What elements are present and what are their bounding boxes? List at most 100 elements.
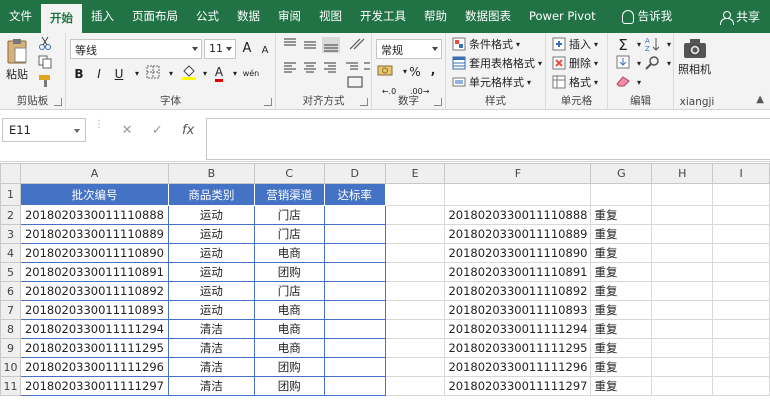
cell[interactable]: [384, 243, 446, 263]
clipboard-launcher[interactable]: [54, 98, 62, 106]
cell-category[interactable]: 运动: [167, 205, 255, 225]
insert-function-icon[interactable]: fx: [182, 123, 194, 138]
cell[interactable]: [384, 357, 446, 377]
cell-batch-copy[interactable]: 2018020330011110888: [444, 205, 592, 225]
cell[interactable]: [384, 183, 446, 206]
cell-batch-copy[interactable]: 2018020330011111296: [444, 357, 592, 377]
cell[interactable]: [651, 338, 714, 358]
cell-duplicate-flag[interactable]: 重复: [590, 357, 653, 377]
cell-batch-no[interactable]: 2018020330011111296: [19, 357, 169, 377]
format-painter-button[interactable]: [38, 74, 52, 88]
tab-data-charts[interactable]: 数据图表: [456, 0, 520, 33]
cell[interactable]: [651, 281, 714, 301]
cancel-icon[interactable]: ✕: [122, 123, 133, 138]
column-header[interactable]: E: [384, 163, 446, 184]
tab-formulas[interactable]: 公式: [187, 0, 228, 33]
row-header[interactable]: 4: [0, 243, 21, 263]
cell-duplicate-flag[interactable]: 重复: [590, 281, 653, 301]
tab-home[interactable]: 开始: [41, 4, 82, 33]
cell[interactable]: [712, 224, 770, 244]
cell-batch-no[interactable]: 2018020330011110888: [19, 205, 169, 225]
tab-developer[interactable]: 开发工具: [351, 0, 415, 33]
cell[interactable]: [384, 376, 446, 396]
header-cell-batch-no[interactable]: 批次编号: [19, 183, 169, 206]
tab-page-layout[interactable]: 页面布局: [123, 0, 187, 33]
cell-rate[interactable]: [323, 357, 386, 377]
borders-button[interactable]: [144, 65, 162, 83]
cell-duplicate-flag[interactable]: 重复: [590, 338, 653, 358]
cell-channel[interactable]: 门店: [253, 224, 325, 244]
cell-category[interactable]: 清洁: [167, 319, 255, 339]
font-launcher[interactable]: [264, 98, 272, 106]
cell-category[interactable]: 清洁: [167, 376, 255, 396]
paste-button[interactable]: 粘贴: [6, 37, 28, 82]
column-header[interactable]: C: [253, 163, 325, 184]
cell-channel[interactable]: 团购: [253, 262, 325, 282]
cell-batch-no[interactable]: 2018020330011111297: [19, 376, 169, 396]
cell[interactable]: [384, 338, 446, 358]
cell-category[interactable]: 运动: [167, 243, 255, 263]
cell-duplicate-flag[interactable]: 重复: [590, 262, 653, 282]
cell[interactable]: [590, 183, 653, 206]
font-name-box[interactable]: 等线: [70, 39, 202, 59]
row-header[interactable]: 5: [0, 262, 21, 282]
accounting-button[interactable]: [376, 63, 394, 81]
share-button[interactable]: 共享: [719, 8, 770, 25]
cell[interactable]: [651, 357, 714, 377]
copy-button[interactable]: [38, 55, 52, 69]
cell-rate[interactable]: [323, 319, 386, 339]
cell-rate[interactable]: [323, 243, 386, 263]
cell[interactable]: [712, 205, 770, 225]
column-header[interactable]: I: [712, 163, 770, 184]
cell[interactable]: [651, 319, 714, 339]
format-cells-button[interactable]: 格式 ▾: [552, 74, 598, 90]
cell[interactable]: [712, 376, 770, 396]
cell[interactable]: [384, 319, 446, 339]
cell[interactable]: [712, 300, 770, 320]
row-header[interactable]: 11: [0, 376, 21, 396]
cell-category[interactable]: 运动: [167, 224, 255, 244]
clear-dropdown[interactable]: ▾: [630, 74, 648, 92]
delete-cells-button[interactable]: 删除 ▾: [552, 55, 598, 71]
cell-rate[interactable]: [323, 376, 386, 396]
cell-duplicate-flag[interactable]: 重复: [590, 300, 653, 320]
cell-rate[interactable]: [323, 205, 386, 225]
insert-cells-button[interactable]: 插入 ▾: [552, 36, 598, 52]
bold-button[interactable]: B: [70, 65, 88, 83]
cell-duplicate-flag[interactable]: 重复: [590, 205, 653, 225]
cell-batch-copy[interactable]: 2018020330011111295: [444, 338, 592, 358]
cell[interactable]: [712, 281, 770, 301]
grow-font-button[interactable]: A: [238, 40, 256, 58]
cell-duplicate-flag[interactable]: 重复: [590, 224, 653, 244]
tab-insert[interactable]: 插入: [82, 0, 123, 33]
row-header[interactable]: 1: [0, 183, 21, 206]
cell[interactable]: [651, 262, 714, 282]
shrink-font-button[interactable]: A: [256, 42, 274, 60]
header-cell-category[interactable]: 商品类别: [167, 183, 255, 206]
cell[interactable]: [651, 243, 714, 263]
tab-data[interactable]: 数据: [228, 0, 269, 33]
enter-icon[interactable]: ✓: [152, 123, 163, 138]
cell-styles-button[interactable]: 单元格样式 ▾: [452, 74, 531, 90]
column-header[interactable]: A: [19, 163, 169, 184]
row-header[interactable]: 2: [0, 205, 21, 225]
cell[interactable]: [384, 224, 446, 244]
cell[interactable]: [651, 300, 714, 320]
borders-dropdown[interactable]: ▾: [162, 65, 180, 83]
column-header[interactable]: G: [590, 163, 653, 184]
font-size-box[interactable]: 11: [204, 39, 236, 59]
cell-channel[interactable]: 电商: [253, 319, 325, 339]
cell-channel[interactable]: 电商: [253, 300, 325, 320]
cell-duplicate-flag[interactable]: 重复: [590, 319, 653, 339]
cell[interactable]: [384, 281, 446, 301]
header-cell-channel[interactable]: 营销渠道: [253, 183, 325, 206]
cell[interactable]: [712, 183, 770, 206]
name-box[interactable]: E11: [2, 118, 86, 142]
row-header[interactable]: 9: [0, 338, 21, 358]
format-as-table-button[interactable]: 套用表格格式 ▾: [452, 55, 542, 71]
cell[interactable]: [651, 224, 714, 244]
alignment-launcher[interactable]: [360, 98, 368, 106]
cell-batch-no[interactable]: 2018020330011110893: [19, 300, 169, 320]
cell[interactable]: [712, 338, 770, 358]
cell-batch-copy[interactable]: 2018020330011110892: [444, 281, 592, 301]
